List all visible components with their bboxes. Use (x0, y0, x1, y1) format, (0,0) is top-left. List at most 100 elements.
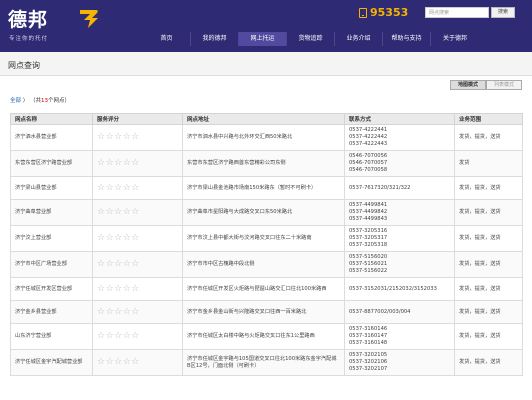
phone-number: 0546-7070056 (349, 153, 388, 159)
service-link[interactable]: 发货 (459, 359, 469, 365)
service-link[interactable]: 送货 (490, 286, 500, 292)
outlet-name[interactable]: 济宁市中区广场营业部 (10, 251, 93, 278)
service-link[interactable]: 发货 (459, 134, 469, 140)
service-link[interactable]: 提货 (475, 286, 485, 292)
search-button[interactable]: 搜索 (491, 7, 515, 18)
service-link[interactable]: 发货 (459, 209, 469, 215)
outlet-contact: 0537-3152031/2152032/3152033 (344, 277, 455, 301)
breadcrumb-arrow: 〉 (22, 98, 29, 104)
table-row: 济宁曲阜营业部 ☆☆☆☆☆ 济宁曲阜市星阳路与大成路交叉口东50米路北 0537-44… (10, 199, 523, 226)
rating-stars-icon: ☆☆☆☆☆ (97, 331, 140, 341)
service-rating: ☆☆☆☆☆ (92, 323, 183, 350)
service-link[interactable]: 提货 (475, 209, 485, 215)
outlet-address: 济宁市市中区古槐路中段北侧 (182, 251, 345, 278)
rating-stars-icon: ☆☆☆☆☆ (97, 182, 140, 193)
phone-number: 0537-4222443 (349, 141, 388, 147)
table-row: 济宁汶上营业部 ☆☆☆☆☆ 济宁市汶上县中都大街与汶河路交叉口往东二十米路南 0537… (10, 225, 523, 252)
outlet-name[interactable]: 济宁金乡县营业部 (10, 300, 93, 324)
rating-stars-icon: ☆☆☆☆☆ (97, 233, 140, 243)
service-link[interactable]: 发货 (459, 261, 469, 267)
service-rating: ☆☆☆☆☆ (92, 150, 183, 177)
service-rating: ☆☆☆☆☆ (92, 277, 183, 301)
nav-help[interactable]: 帮助与支持 (383, 32, 431, 46)
outlet-services: 发货，提货，送货 (454, 349, 523, 376)
service-rating: ☆☆☆☆☆ (92, 251, 183, 278)
service-link[interactable]: 发货 (459, 235, 469, 241)
rating-stars-icon: ☆☆☆☆☆ (97, 283, 140, 294)
rating-stars-icon: ☆☆☆☆☆ (97, 259, 140, 269)
service-link[interactable]: 送货 (490, 235, 500, 241)
outlet-name[interactable]: 济宁任城区开发区营业部 (10, 277, 93, 301)
phone-number: 0537-8877002/003/004 (349, 308, 411, 315)
service-link[interactable]: 提货 (475, 185, 485, 191)
service-link[interactable]: 提货 (475, 261, 485, 267)
table-row: 济宁市中区广场营业部 ☆☆☆☆☆ 济宁市市中区古槐路中段北侧 0537-5156020… (10, 251, 523, 278)
table-row: 济宁任城区金宇汽配城营业部 ☆☆☆☆☆ 济宁市任城区金宇路与105国道交叉口往北10… (10, 349, 523, 376)
nav-home[interactable]: 首页 (143, 32, 191, 46)
service-link[interactable]: 发货 (459, 160, 469, 166)
nav-business[interactable]: 业务介绍 (335, 32, 383, 46)
col-header-name: 网点名称 (10, 113, 93, 125)
search-input[interactable]: 网点搜索 (425, 7, 489, 18)
outlet-name[interactable]: 济宁任城区金宇汽配城营业部 (10, 349, 93, 376)
service-rating: ☆☆☆☆☆ (92, 225, 183, 252)
service-link[interactable]: 提货 (475, 359, 485, 365)
result-count: 13 (41, 98, 49, 104)
list-mode-tab[interactable]: 列表模式 (486, 80, 522, 90)
service-link[interactable]: 提货 (475, 309, 485, 315)
phone-number: 0537-3202106 (349, 359, 388, 365)
logo[interactable]: 德邦 (8, 5, 48, 32)
phone-number: 0537-5156022 (349, 268, 388, 274)
outlet-name[interactable]: 东营东营区济宁路营业部 (10, 150, 93, 177)
outlet-name[interactable]: 济宁汶上营业部 (10, 225, 93, 252)
phone-number: 0537-3205316 (349, 228, 388, 234)
service-link[interactable]: 发货 (459, 185, 469, 191)
phone-number: 0537-4499843 (349, 216, 388, 222)
map-mode-tab[interactable]: 地图模式 (450, 80, 486, 90)
phone-number: 0537-7617320/321/322 (349, 184, 411, 191)
outlet-services: 发货，提货，送货 (454, 124, 523, 151)
site-header: 德邦 专注你的托付 95353 网点搜索 搜索 首页 我的德邦 网上托运 货物追… (0, 0, 532, 52)
table-body: 济宁泗水县营业部 ☆☆☆☆☆ 济宁市泗水县中兴路与北外环交汇西50米路北 0537-4… (10, 124, 523, 376)
outlet-address: 济宁市任城区太白楼中路与火炬路交叉口往东1公里路西 (182, 323, 345, 350)
nav-online-shipping[interactable]: 网上托运 (239, 32, 287, 46)
col-header-address: 网点地址 (182, 113, 345, 125)
phone-number: 0537-4222442 (349, 134, 388, 140)
logo-mark-icon (80, 10, 98, 28)
outlet-contact: 0537-3202105 0537-3202106 0537-3202107 (344, 349, 455, 376)
service-link[interactable]: 发货 (459, 333, 469, 339)
breadcrumb-all-link[interactable]: 全部 (10, 98, 21, 104)
outlet-contact: 0537-3205316 0537-3205317 0537-3205318 (344, 225, 455, 252)
outlet-name[interactable]: 济宁曲阜营业部 (10, 199, 93, 226)
service-link[interactable]: 发货 (459, 286, 469, 292)
service-link[interactable]: 送货 (490, 359, 500, 365)
outlet-name[interactable]: 济宁梁山县营业部 (10, 176, 93, 200)
nav-about[interactable]: 关于德邦 (431, 32, 479, 46)
outlet-address: 济宁市金乡县金山街与兴隆路交叉口往西一百米路北 (182, 300, 345, 324)
service-link[interactable]: 送货 (490, 333, 500, 339)
result-count-suffix: 个网点） (48, 98, 71, 104)
phone-number: 0546-7070057 (349, 160, 388, 166)
service-link[interactable]: 送货 (490, 185, 500, 191)
outlet-services: 发货，提货，送货 (454, 225, 523, 252)
nav-my-account[interactable]: 我的德邦 (191, 32, 239, 46)
outlet-address: 东营市东营区济宁路西首东营精彩公司东侧 (182, 150, 345, 177)
service-link[interactable]: 提货 (475, 134, 485, 140)
rating-stars-icon: ☆☆☆☆☆ (97, 158, 140, 168)
col-header-services: 业务范围 (454, 113, 523, 125)
service-link[interactable]: 送货 (490, 134, 500, 140)
outlet-address: 济宁市任城区开发区火炬路与琵琶山路交汇口往北100米路西 (182, 277, 345, 301)
table-row: 济宁泗水县营业部 ☆☆☆☆☆ 济宁市泗水县中兴路与北外环交汇西50米路北 0537-4… (10, 124, 523, 151)
service-rating: ☆☆☆☆☆ (92, 176, 183, 200)
outlet-name[interactable]: 山东济宁营业部 (10, 323, 93, 350)
service-link[interactable]: 送货 (490, 261, 500, 267)
service-link[interactable]: 送货 (490, 209, 500, 215)
phone-icon (359, 8, 367, 18)
nav-tracking[interactable]: 货物追踪 (287, 32, 335, 46)
outlet-contact: 0546-7070056 0546-7070057 0546-7070058 (344, 150, 455, 177)
service-link[interactable]: 提货 (475, 235, 485, 241)
service-link[interactable]: 送货 (490, 309, 500, 315)
outlet-name[interactable]: 济宁泗水县营业部 (10, 124, 93, 151)
service-link[interactable]: 发货 (459, 309, 469, 315)
service-link[interactable]: 提货 (475, 333, 485, 339)
